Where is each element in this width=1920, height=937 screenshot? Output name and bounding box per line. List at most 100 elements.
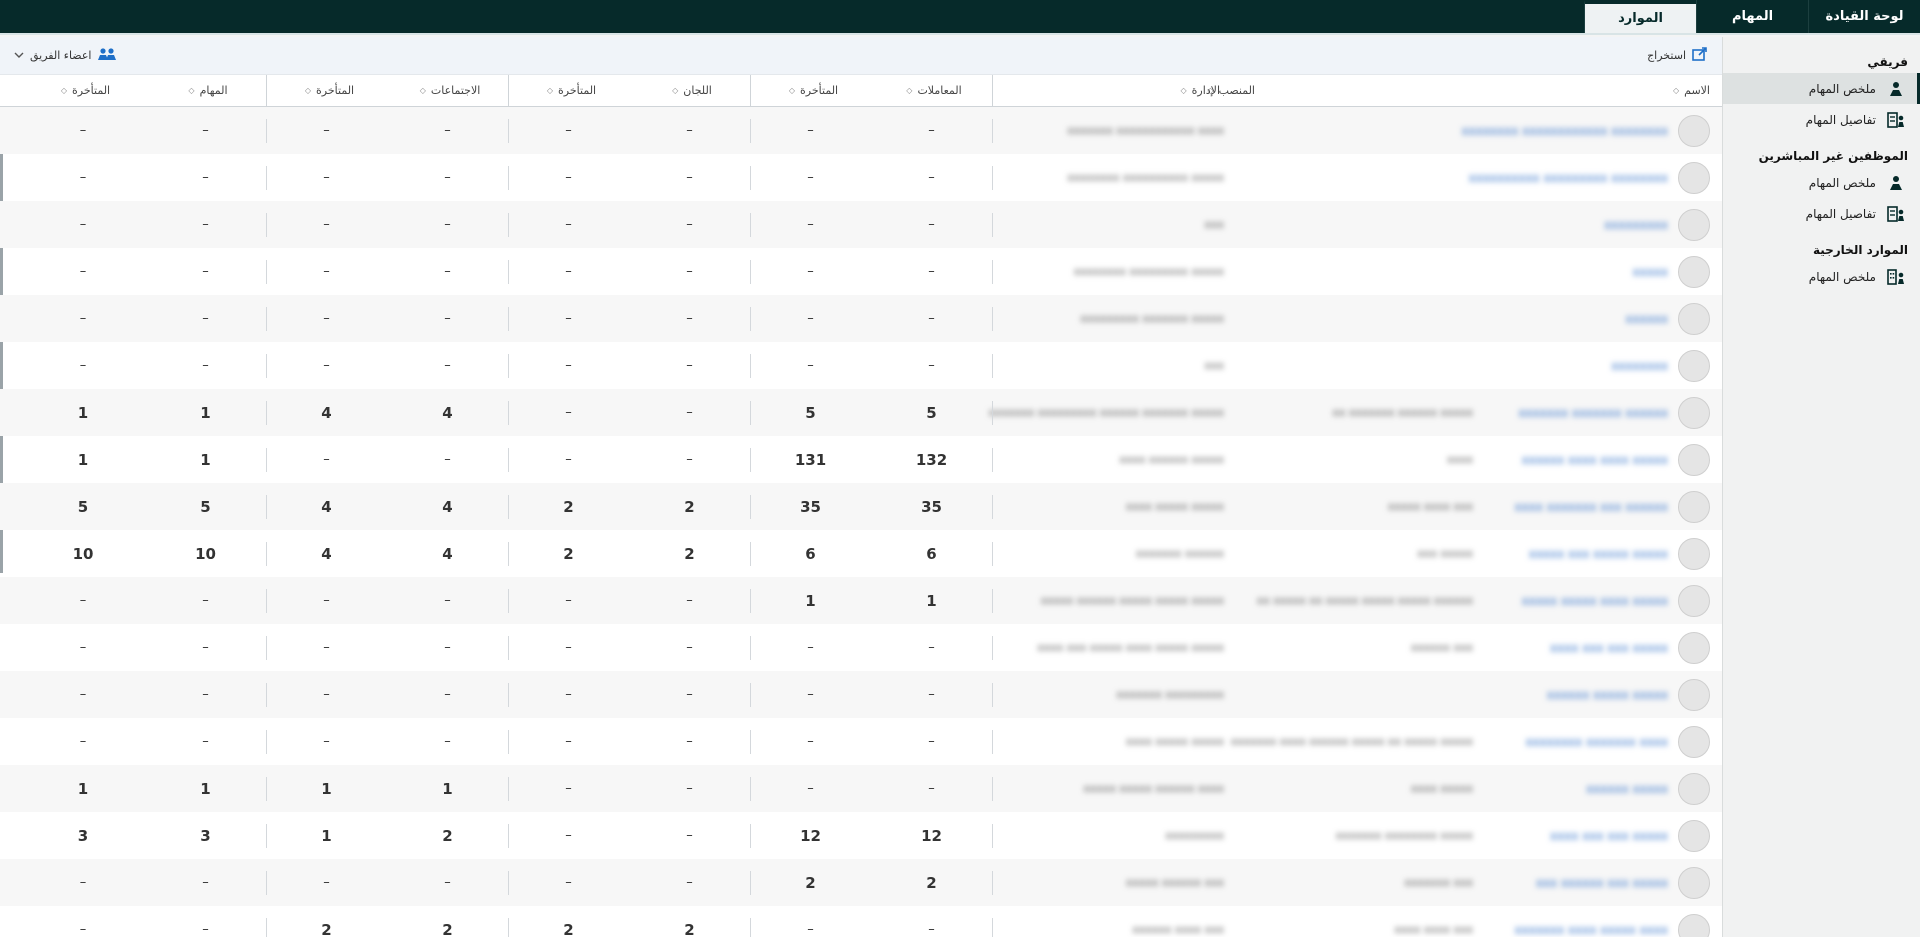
table-row[interactable]: xxxxxxxx xxxxxxxxxxxx xxxxxxxx xxxxxxx xx… [0,107,1722,154]
cell-value[interactable]: 5 [750,389,871,436]
header-transactions-late[interactable]: المتأخرة ◇ [750,75,871,106]
cell-value[interactable]: 6 [871,530,992,577]
cell-value[interactable]: 12 [750,812,871,859]
header-position[interactable]: المنصب ◇ [1207,75,1477,106]
export-button[interactable]: استخراج [1647,47,1708,64]
employee-name-link[interactable]: xxxxxxx xxxx xxxxx xxxx [1515,923,1668,937]
cell-value[interactable]: 2 [508,483,629,530]
cell-value[interactable]: 2 [508,906,629,937]
cell-value[interactable]: 2 [871,859,992,906]
cell-value[interactable]: 1 [145,389,266,436]
cell-value[interactable]: 5 [145,483,266,530]
table-row[interactable]: xxxxxx xxxx xxxx xxxxx xxxx xxxx xxxxxx xx… [0,436,1722,483]
employee-name-link[interactable]: xxxxxxxxx [1604,218,1668,232]
header-tasks-late[interactable]: المتأخرة ◇ [21,75,145,106]
table-row[interactable]: xxxxx xxx xxxxx xxxxx xxx xxxxx xxxxxxx xx… [0,530,1722,577]
header-committees-late[interactable]: المتأخرة ◇ [508,75,629,106]
sidebar-item-team-task-details[interactable]: تفاصيل المهام [1723,104,1920,135]
cell-value[interactable]: 2 [387,906,508,937]
table-row[interactable]: xxxxxxx xxxx xxxxx xxxx xxxx xxxx xxx xxxx… [0,906,1722,937]
employee-name-link[interactable]: xxxxxxxx xxxxxxx xxxx [1525,735,1668,749]
table-row[interactable]: xxxx xxx xxx xxxxx xxxxxxx xxxxxxxx xxxxx… [0,812,1722,859]
cell-value[interactable]: 4 [266,483,387,530]
cell-value[interactable]: 10 [145,530,266,577]
table-row[interactable]: xxxxxxxxxx xxxxxxxxx xxxxxxxx xxxxxxxx xx… [0,154,1722,201]
employee-name-link[interactable]: xxxxxx [1625,312,1668,326]
cell-value[interactable]: 12 [871,812,992,859]
employee-name-link[interactable]: xxxxxx xxxxx [1586,782,1668,796]
cell-value[interactable]: 4 [387,389,508,436]
table-row[interactable]: xxxxxx xxxxx xxxxx xxxxxxx xxxxxxxxx – – – – –… [0,671,1722,718]
tab-dashboard[interactable]: لوحة القيادة [1808,0,1920,33]
employee-name-link[interactable]: xxxxxxxx [1611,359,1668,373]
cell-value[interactable]: 5 [871,389,992,436]
cell-value[interactable]: 2 [266,906,387,937]
header-committees[interactable]: اللجان ◇ [629,75,750,106]
table-row[interactable]: xxxx xxxxxxx xxx xxxxxx xxxxx xxxx xxx xxx… [0,483,1722,530]
cell-value[interactable]: 4 [387,483,508,530]
employee-name-link[interactable]: xxxx xxxxxxx xxx xxxxxx [1515,500,1668,514]
cell-value[interactable]: 1 [387,765,508,812]
cell-value[interactable]: 2 [387,812,508,859]
cell-value[interactable]: 2 [508,530,629,577]
team-members-dropdown[interactable]: اعضاء الفريق [14,47,117,64]
employee-name-link[interactable]: xxxx xxx xxx xxxxx [1550,829,1668,843]
cell-value[interactable]: 1 [750,577,871,624]
cell-value[interactable]: 1 [145,436,266,483]
cell-value[interactable]: 35 [871,483,992,530]
cell-value[interactable]: 4 [266,389,387,436]
cell-value[interactable]: 4 [387,530,508,577]
table-row[interactable]: xxx xxxxxx xxx xxxxx xxxxxxx xxx xxxxx xxx… [0,859,1722,906]
cell-value[interactable]: 2 [750,859,871,906]
header-meetings-late[interactable]: المتأخرة ◇ [266,75,387,106]
cell-value[interactable]: 3 [145,812,266,859]
cell-value[interactable]: 2 [629,530,750,577]
cell-value[interactable]: 132 [871,436,992,483]
table-row[interactable]: xxxxx xxxxx xxxx xxxxx xx xxxxx xx xxxxx … [0,577,1722,624]
tab-resources[interactable]: الموارد [1584,0,1696,33]
cell-value[interactable]: 10 [21,530,145,577]
employee-name-link[interactable]: xxxxxxxx xxxxxxxxxxxx xxxxxxxx [1462,124,1668,138]
header-department[interactable]: الإدارة ◇ [992,75,1232,106]
employee-name-link[interactable]: xxx xxxxxx xxx xxxxx [1536,876,1668,890]
table-row[interactable]: xxxxxxxx xxxxxxx xxxx xxxxxxx xxxx xxxxxx… [0,718,1722,765]
cell-value[interactable]: 1 [266,812,387,859]
table-row[interactable]: xxxxxx xxxxxxxxx xxxxxxx xxxxx – – – – – – – – [0,295,1722,342]
cell-value[interactable]: 1 [21,389,145,436]
cell-value[interactable]: 5 [21,483,145,530]
employee-name-link[interactable]: xxxx xxx xxx xxxxx [1550,641,1668,655]
sidebar-item-external-task-summary[interactable]: ملخص المهام [1723,261,1920,292]
table-row[interactable]: xxxxx xxxxxxxx xxxxxxxxx xxxxx – – – – – – – – [0,248,1722,295]
cell-value[interactable]: 2 [629,906,750,937]
cell-value[interactable]: 1 [266,765,387,812]
cell-value[interactable]: 4 [266,530,387,577]
table-row[interactable]: xxxx xxx xxx xxxxx xxxxxx xxx xxxx xxx xxx… [0,624,1722,671]
header-meetings[interactable]: الاجتماعات ◇ [387,75,508,106]
cell-value[interactable]: 35 [750,483,871,530]
cell-value[interactable]: 6 [750,530,871,577]
cell-value[interactable]: 1 [871,577,992,624]
employee-name-link[interactable]: xxxxxx xxxx xxxx xxxxx [1522,453,1668,467]
employee-name-link[interactable]: xxxxxxxxxx xxxxxxxxx xxxxxxxx [1469,171,1668,185]
table-row[interactable]: xxxxxxxxx xxx – – – – – – – – [0,201,1722,248]
tab-tasks[interactable]: المهام [1696,0,1808,33]
employee-name-link[interactable]: xxxxx [1632,265,1668,279]
cell-value[interactable]: 131 [750,436,871,483]
employee-name-link[interactable]: xxxxxxx xxxxxxx xxxxxx [1518,406,1668,420]
cell-value[interactable]: 1 [145,765,266,812]
employee-name-link[interactable]: xxxxxx xxxxx xxxxx [1547,688,1668,702]
employee-name-link[interactable]: xxxxx xxxxx xxxx xxxxx [1522,594,1668,608]
sidebar-item-indirect-task-details[interactable]: تفاصيل المهام [1723,198,1920,229]
cell-value[interactable]: 1 [21,436,145,483]
table-row[interactable]: xxxxxxx xxxxxxx xxxxxx xx xxxxxxx xxxxxx … [0,389,1722,436]
cell-value[interactable]: 2 [629,483,750,530]
cell-value[interactable]: 3 [21,812,145,859]
employee-name-link[interactable]: xxxxx xxx xxxxx xxxxx [1529,547,1668,561]
table-row[interactable]: xxxxxxxx xxx – – – – – – – – [0,342,1722,389]
header-name[interactable]: الاسم ◇ [1477,75,1722,106]
sidebar-item-indirect-task-summary[interactable]: ملخص المهام [1723,167,1920,198]
sidebar-item-team-task-summary[interactable]: ملخص المهام [1723,73,1920,104]
table-row[interactable]: xxxxxx xxxxx xxxx xxxxx xxxxx xxxxx xxxxxx… [0,765,1722,812]
header-tasks[interactable]: المهام ◇ [145,75,266,106]
header-transactions[interactable]: المعاملات ◇ [871,75,992,106]
